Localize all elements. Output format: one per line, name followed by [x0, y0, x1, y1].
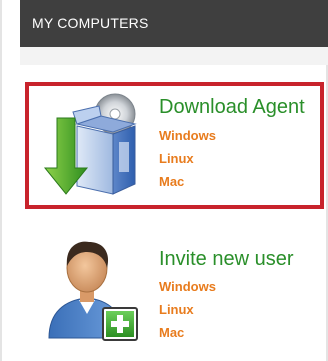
panel-header-shadow: [20, 47, 328, 65]
invite-user-links: Windows Linux Mac: [159, 275, 216, 344]
invite-user-card[interactable]: Invite new user Windows Linux Mac: [25, 230, 324, 355]
download-agent-icon: [43, 93, 137, 195]
download-agent-mac-link[interactable]: Mac: [159, 170, 216, 193]
download-agent-links: Windows Linux Mac: [159, 124, 216, 193]
invite-user-mac-link[interactable]: Mac: [159, 321, 216, 344]
panel-header: MY COMPUTERS: [20, 0, 328, 47]
download-agent-linux-link[interactable]: Linux: [159, 147, 216, 170]
invite-user-title[interactable]: Invite new user: [159, 248, 294, 270]
invite-user-icon: [48, 241, 138, 341]
download-agent-card[interactable]: Download Agent Windows Linux Mac: [25, 82, 324, 209]
download-agent-windows-link[interactable]: Windows: [159, 124, 216, 147]
invite-user-windows-link[interactable]: Windows: [159, 275, 216, 298]
my-computers-panel: MY COMPUTERS Download Agent Windows Linu…: [0, 0, 328, 361]
download-agent-title[interactable]: Download Agent: [159, 96, 305, 118]
invite-user-linux-link[interactable]: Linux: [159, 298, 216, 321]
